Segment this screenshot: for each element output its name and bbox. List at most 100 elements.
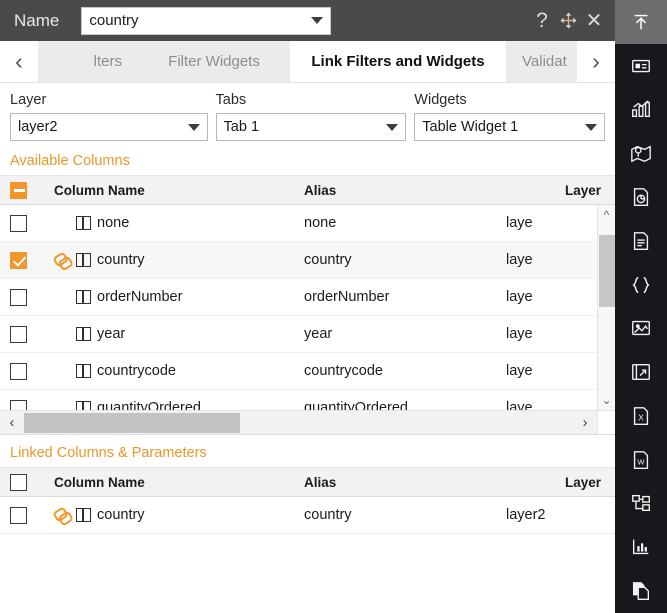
- sidebar-item-code[interactable]: [615, 263, 667, 307]
- sidebar-item-word[interactable]: W: [615, 438, 667, 482]
- row-checkbox-cell[interactable]: [10, 289, 54, 306]
- tab-validation[interactable]: Validat: [506, 41, 577, 82]
- row-name: orderNumber: [97, 289, 182, 305]
- header-layer: Layer: [504, 183, 615, 198]
- help-button[interactable]: ?: [529, 6, 555, 36]
- sidebar-item-text-document[interactable]: [615, 219, 667, 263]
- row-name-cell: none: [54, 215, 304, 231]
- table-row[interactable]: year year laye: [0, 316, 615, 353]
- tabs-scroll-left-button[interactable]: ‹: [0, 41, 38, 82]
- svg-text:X: X: [638, 414, 644, 423]
- sidebar-item-embed[interactable]: [615, 350, 667, 394]
- right-sidebar: X W: [615, 0, 667, 613]
- row-checkbox[interactable]: [10, 507, 27, 524]
- row-alias: none: [304, 215, 504, 231]
- name-combobox[interactable]: country: [81, 7, 331, 35]
- row-name: country: [97, 507, 145, 523]
- row-checkbox-cell[interactable]: [10, 326, 54, 343]
- layer-select-value: layer2: [18, 119, 188, 135]
- row-checkbox-cell[interactable]: [10, 252, 54, 269]
- row-name: countrycode: [97, 363, 176, 379]
- horizontal-scroll-track[interactable]: [24, 411, 573, 434]
- vertical-scroll-track[interactable]: [598, 225, 615, 390]
- braces-code-icon: [630, 274, 652, 296]
- row-name: year: [97, 326, 125, 342]
- move-cross-icon: [559, 11, 578, 30]
- word-file-icon: W: [630, 449, 652, 471]
- row-checkbox[interactable]: [10, 289, 27, 306]
- row-checkbox-cell[interactable]: [10, 507, 54, 524]
- row-checkbox[interactable]: [10, 400, 27, 411]
- row-alias: orderNumber: [304, 289, 504, 305]
- tab-filters[interactable]: lters: [38, 41, 138, 82]
- row-checkbox[interactable]: [10, 326, 27, 343]
- tabs-select[interactable]: Tab 1: [216, 113, 407, 141]
- widgets-select[interactable]: Table Widget 1: [414, 113, 605, 141]
- available-vertical-scrollbar[interactable]: ^ ⌄: [597, 205, 615, 410]
- sidebar-item-collapse[interactable]: [615, 0, 667, 44]
- table-row[interactable]: quantityOrdered quantityOrdered laye: [0, 390, 615, 410]
- move-button[interactable]: [555, 6, 581, 36]
- table-row[interactable]: orderNumber orderNumber laye: [0, 279, 615, 316]
- row-checkbox-cell[interactable]: [10, 400, 54, 411]
- sidebar-item-sparkline[interactable]: [615, 525, 667, 569]
- scroll-down-arrow-icon[interactable]: ⌄: [598, 390, 615, 410]
- panel-body: Layer layer2 Tabs Tab 1 Widgets: [0, 83, 615, 613]
- row-checkbox-cell[interactable]: [10, 215, 54, 232]
- close-button[interactable]: ✕: [581, 6, 607, 36]
- selector-row: Layer layer2 Tabs Tab 1 Widgets: [0, 83, 615, 141]
- linked-select-all-cell[interactable]: [10, 474, 54, 491]
- available-select-all-cell[interactable]: [10, 182, 54, 199]
- widgets-select-value: Table Widget 1: [422, 119, 585, 135]
- link-chain-icon: [54, 253, 70, 267]
- panel-titlebar: Name country ?: [0, 0, 615, 41]
- select-all-checkbox[interactable]: [10, 474, 27, 491]
- name-label: Name: [14, 11, 59, 31]
- table-row[interactable]: country country layer2: [0, 497, 615, 534]
- tab-link-filters-and-widgets[interactable]: Link Filters and Widgets: [290, 41, 506, 82]
- row-checkbox[interactable]: [10, 363, 27, 380]
- table-row[interactable]: countrycode countrycode laye: [0, 353, 615, 390]
- column-icon: [76, 508, 91, 522]
- sidebar-item-excel[interactable]: X: [615, 394, 667, 438]
- row-checkbox-cell[interactable]: [10, 363, 54, 380]
- scroll-right-arrow-icon[interactable]: ›: [573, 414, 597, 431]
- tabs-scroll-right-button[interactable]: ›: [577, 41, 615, 82]
- row-alias: countrycode: [304, 363, 504, 379]
- column-icon: [76, 253, 91, 267]
- sidebar-item-map[interactable]: [615, 131, 667, 175]
- column-icon: [76, 364, 91, 378]
- embed-frame-icon: [630, 361, 652, 383]
- sidebar-item-card-widget[interactable]: [615, 44, 667, 88]
- layer-select[interactable]: layer2: [10, 113, 208, 141]
- select-all-checkbox[interactable]: [10, 182, 27, 199]
- svg-text:W: W: [638, 457, 645, 466]
- row-name-cell: year: [54, 326, 304, 342]
- table-row[interactable]: country country laye: [0, 242, 615, 279]
- sidebar-item-copy-page[interactable]: [615, 569, 667, 613]
- text-doc-icon: [630, 230, 652, 252]
- scroll-up-arrow-icon[interactable]: ^: [598, 205, 615, 225]
- row-name: country: [97, 252, 145, 268]
- available-horizontal-scrollbar[interactable]: ‹ ›: [0, 410, 615, 435]
- horizontal-scroll-thumb[interactable]: [24, 413, 240, 433]
- sidebar-item-chart[interactable]: [615, 88, 667, 132]
- scroll-left-arrow-icon[interactable]: ‹: [0, 414, 24, 431]
- row-checkbox[interactable]: [10, 215, 27, 232]
- question-mark-icon: ?: [536, 9, 548, 33]
- map-pin-icon: [630, 142, 652, 164]
- tabs-select-value: Tab 1: [224, 119, 387, 135]
- sparkline-icon: [630, 536, 652, 558]
- row-layer: layer2: [504, 507, 615, 523]
- vertical-scroll-thumb[interactable]: [599, 235, 615, 307]
- tab-filter-widgets[interactable]: Filter Widgets: [138, 41, 290, 82]
- tab-label: Link Filters and Widgets: [311, 53, 484, 70]
- sidebar-item-report[interactable]: [615, 175, 667, 219]
- sidebar-item-image[interactable]: [615, 306, 667, 350]
- row-checkbox[interactable]: [10, 252, 27, 269]
- row-name-cell: orderNumber: [54, 289, 304, 305]
- table-row[interactable]: none none laye: [0, 205, 615, 242]
- linked-columns-rows: country country layer2: [0, 497, 615, 534]
- column-icon: [76, 327, 91, 341]
- sidebar-item-tree[interactable]: [615, 482, 667, 526]
